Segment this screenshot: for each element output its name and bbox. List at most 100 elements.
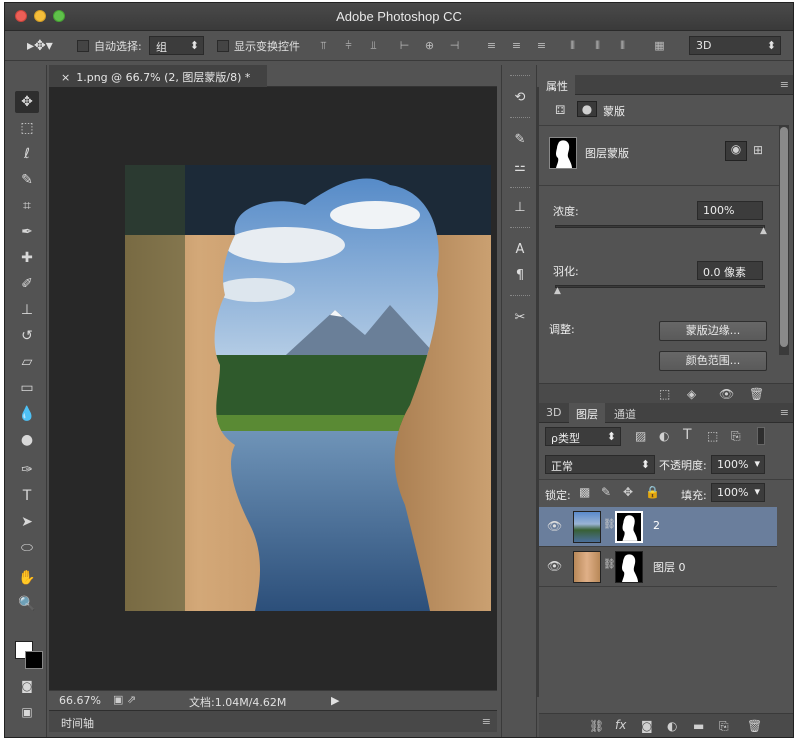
delete-mask-icon[interactable]: 🗑 xyxy=(749,387,764,401)
visibility-eye-icon[interactable]: 👁 xyxy=(547,559,562,573)
path-select-tool-icon[interactable]: ➤ xyxy=(15,511,39,533)
vector-mask-icon[interactable]: ⊞ xyxy=(753,143,763,157)
hand-tool-icon[interactable]: ✋ xyxy=(15,567,39,589)
opacity-input[interactable]: 100% ▾ xyxy=(711,455,765,474)
brush-presets-icon[interactable]: ⚍ xyxy=(509,157,531,179)
mask-link-icon[interactable]: ⛓ xyxy=(603,559,616,570)
move-tool-icon[interactable]: ✥ xyxy=(15,91,39,113)
adjustment-type-icon[interactable]: ⚃ xyxy=(555,103,565,117)
mask-link-icon[interactable]: ⛓ xyxy=(603,519,616,530)
history-panel-icon[interactable]: ⟲ xyxy=(509,87,531,109)
align-right-icon[interactable]: ⊣ xyxy=(448,39,461,53)
filter-shape-icon[interactable]: ⬚ xyxy=(707,429,718,443)
lock-all-icon[interactable]: 🔒 xyxy=(645,485,660,499)
toggle-mask-visibility-icon[interactable]: 👁 xyxy=(719,387,734,401)
character-panel-icon[interactable]: A xyxy=(509,239,531,261)
tab-layers[interactable]: 图层 xyxy=(569,403,605,423)
eraser-tool-icon[interactable]: ▱ xyxy=(15,351,39,373)
pen-tool-icon[interactable]: ✑ xyxy=(15,459,39,481)
layer-mask-thumbnail[interactable] xyxy=(615,511,643,543)
filter-toggle-switch[interactable] xyxy=(757,427,765,445)
crop-tool-icon[interactable]: ⌗ xyxy=(15,195,39,217)
lock-position-icon[interactable]: ✥ xyxy=(623,485,633,499)
align-left-icon[interactable]: ⊢ xyxy=(398,39,411,53)
background-color-swatch[interactable] xyxy=(25,651,43,669)
timeline-label[interactable]: 时间轴 xyxy=(61,715,94,731)
show-transform-checkbox[interactable]: 显示变换控件 xyxy=(217,36,300,56)
quick-select-tool-icon[interactable]: ✎ xyxy=(15,169,39,191)
properties-scrollbar[interactable] xyxy=(779,125,789,355)
auto-select-dropdown[interactable]: 组 ⬍ xyxy=(149,36,204,55)
density-input[interactable]: 100% xyxy=(697,201,763,220)
tool-presets-icon[interactable]: ✂ xyxy=(509,307,531,329)
distribute-left-icon[interactable]: ⦀ xyxy=(566,39,579,53)
distribute-top-icon[interactable]: ≡ xyxy=(485,39,498,53)
mask-type-icon[interactable]: ● xyxy=(577,101,597,117)
apply-mask-icon[interactable]: ◈ xyxy=(687,387,696,401)
lasso-tool-icon[interactable]: ℓ xyxy=(15,143,39,165)
dock-grip[interactable] xyxy=(510,75,530,78)
paragraph-panel-icon[interactable]: ¶ xyxy=(509,265,531,287)
auto-align-icon[interactable]: ▦ xyxy=(653,39,666,53)
move-tool-preset-icon[interactable]: ▸✥▾ xyxy=(27,36,53,56)
load-selection-icon[interactable]: ⬚ xyxy=(659,387,670,401)
tab-channels[interactable]: 通道 xyxy=(607,403,643,423)
new-group-icon[interactable]: ▬ xyxy=(693,719,704,733)
tab-properties[interactable]: 属性 xyxy=(539,75,575,95)
feather-input[interactable]: 0.0 像素 xyxy=(697,261,763,280)
zoom-tool-icon[interactable]: 🔍 xyxy=(15,593,39,615)
distribute-hcenter-icon[interactable]: ⦀ xyxy=(591,39,604,53)
distribute-right-icon[interactable]: ⦀ xyxy=(616,39,629,53)
feather-slider-handle[interactable]: ▲ xyxy=(554,286,561,296)
auto-select-checkbox[interactable]: 自动选择: xyxy=(77,36,142,56)
delete-layer-icon[interactable]: 🗑 xyxy=(747,719,762,733)
dock-grip[interactable] xyxy=(510,117,530,120)
clone-stamp-tool-icon[interactable]: ⊥ xyxy=(15,299,39,321)
blur-tool-icon[interactable]: 💧 xyxy=(15,403,39,425)
select-mask-icon[interactable]: ◉ xyxy=(725,141,747,161)
distribute-bottom-icon[interactable]: ≡ xyxy=(535,39,548,53)
layer-filter-dropdown[interactable]: ρ类型 ⬍ xyxy=(545,427,621,446)
layers-menu-icon[interactable]: ≡ xyxy=(780,406,789,419)
document-canvas[interactable] xyxy=(125,165,491,611)
layer-style-icon[interactable]: fx xyxy=(615,718,626,732)
layer-name[interactable]: 2 xyxy=(653,519,660,532)
timeline-menu-icon[interactable]: ≡ xyxy=(482,715,491,728)
mask-edge-button[interactable]: 蒙版边缘... xyxy=(659,321,767,341)
filter-pixel-icon[interactable]: ▨ xyxy=(635,429,646,443)
ellipse-tool-icon[interactable]: ⬭ xyxy=(15,537,39,559)
new-layer-icon[interactable]: ⎘ xyxy=(719,719,729,734)
blend-mode-dropdown[interactable]: 正常 ⬍ xyxy=(545,455,655,474)
layer-name[interactable]: 图层 0 xyxy=(653,559,686,575)
dodge-tool-icon[interactable]: ● xyxy=(15,429,39,451)
align-top-icon[interactable]: ⫪ xyxy=(317,39,330,53)
fill-input[interactable]: 100% ▾ xyxy=(711,483,765,502)
brush-panel-icon[interactable]: ✎ xyxy=(509,129,531,151)
properties-menu-icon[interactable]: ≡ xyxy=(780,78,789,91)
align-hcenter-icon[interactable]: ⊕ xyxy=(423,39,436,53)
feather-slider[interactable] xyxy=(555,285,765,288)
3d-mode-dropdown[interactable]: 3D ⬍ xyxy=(689,36,781,55)
clone-source-icon[interactable]: ⊥ xyxy=(509,197,531,219)
layer-row-2[interactable]: 👁 ⛓ 2 xyxy=(539,507,777,547)
gradient-tool-icon[interactable]: ▭ xyxy=(15,377,39,399)
visibility-eye-icon[interactable]: 👁 xyxy=(547,519,562,533)
screen-mode-icon[interactable]: ▣ xyxy=(15,701,39,723)
add-mask-icon[interactable]: ◙ xyxy=(641,719,653,733)
checkbox-box[interactable] xyxy=(217,40,229,52)
align-bottom-icon[interactable]: ⫫ xyxy=(367,39,380,53)
dock-grip[interactable] xyxy=(510,187,530,190)
zoom-level[interactable]: 66.67% xyxy=(59,694,101,707)
align-vcenter-icon[interactable]: ⫩ xyxy=(342,39,355,53)
filter-adjustment-icon[interactable]: ◐ xyxy=(659,429,669,443)
status-menu-arrow-icon[interactable]: ▶ xyxy=(331,694,339,707)
dock-grip[interactable] xyxy=(510,227,530,230)
distribute-vcenter-icon[interactable]: ≡ xyxy=(510,39,523,53)
tab-3d[interactable]: 3D xyxy=(539,403,568,423)
brush-tool-icon[interactable]: ✐ xyxy=(15,273,39,295)
layer-mask-thumbnail[interactable] xyxy=(615,551,643,583)
link-layers-icon[interactable]: ⛓ xyxy=(589,719,604,733)
lock-transparent-icon[interactable]: ▩ xyxy=(579,485,590,499)
layer-row-0[interactable]: 👁 ⛓ 图层 0 xyxy=(539,547,777,587)
scroll-thumb[interactable] xyxy=(780,127,788,347)
